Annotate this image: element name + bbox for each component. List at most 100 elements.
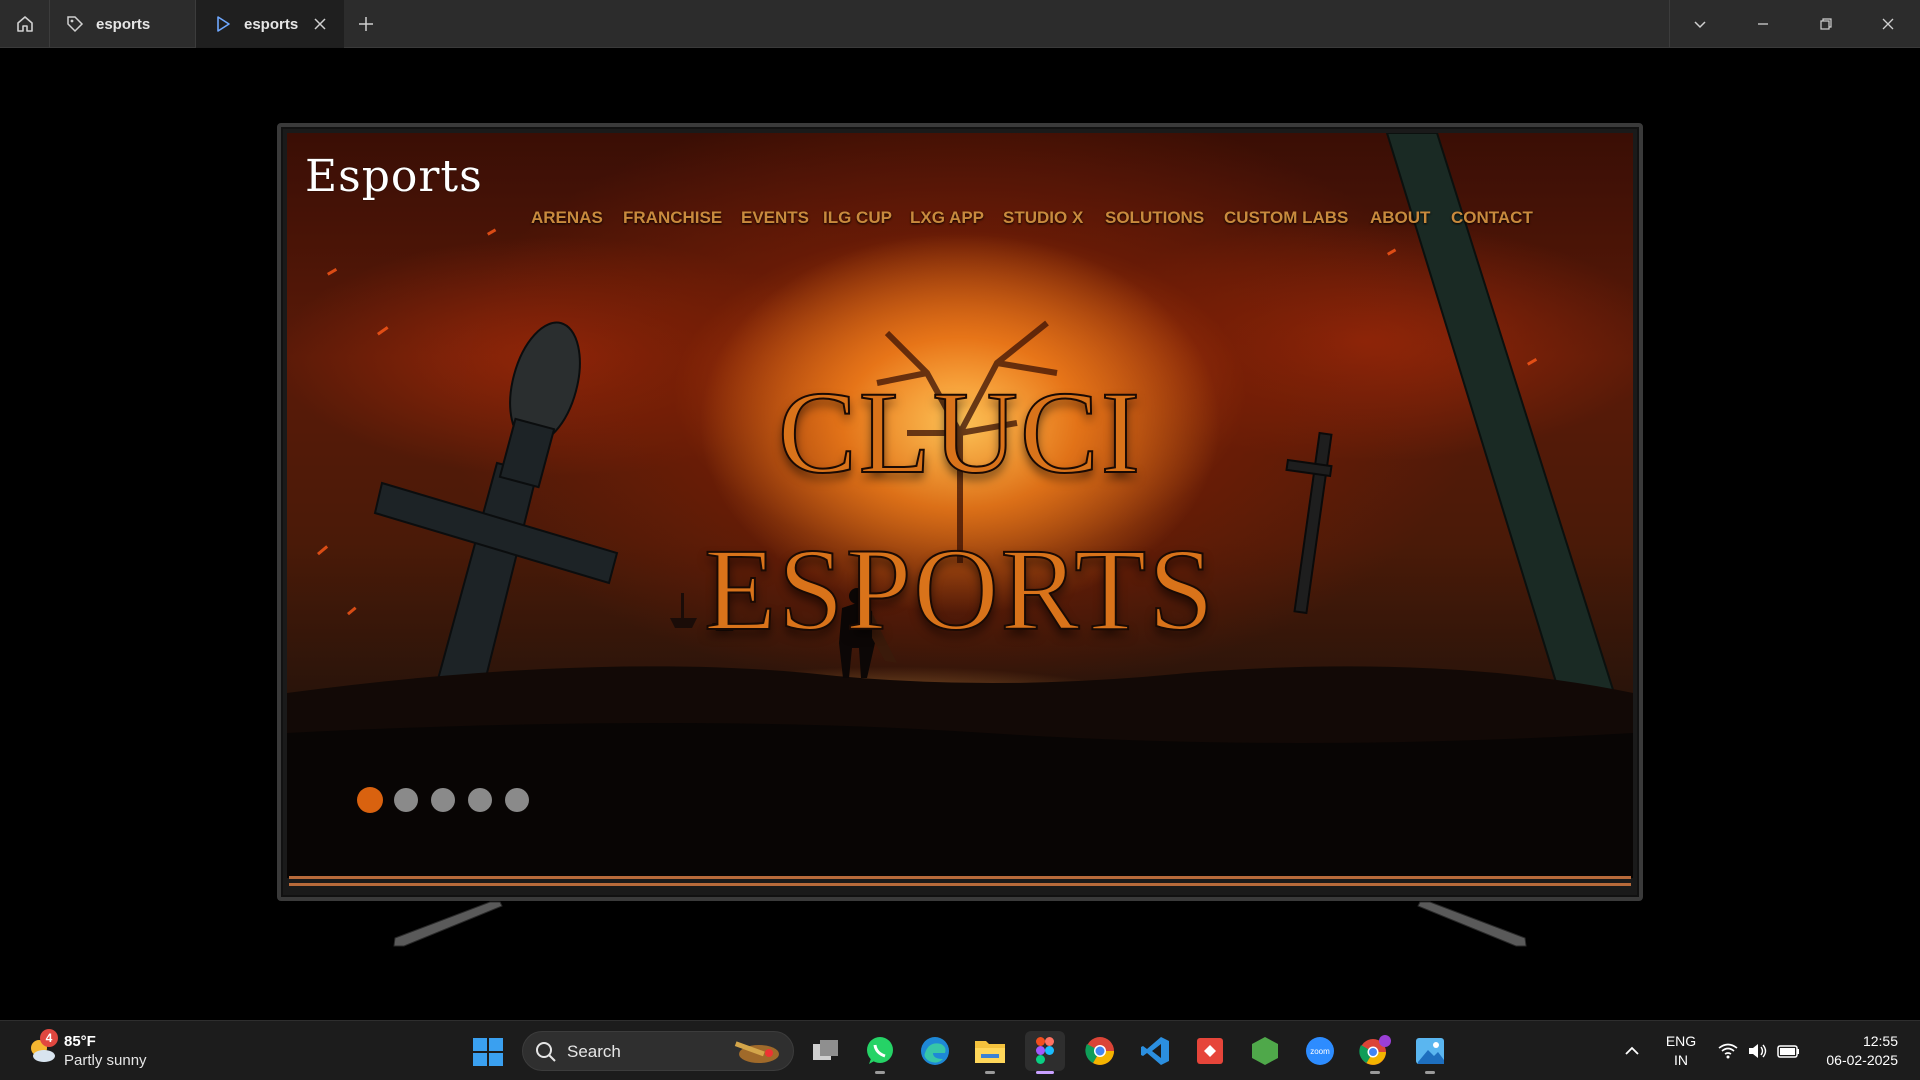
whatsapp-icon [867, 1037, 893, 1064]
clock-time: 12:55 [1862, 1033, 1898, 1049]
home-button[interactable] [0, 0, 50, 48]
wifi-icon [1718, 1043, 1738, 1059]
weather-widget[interactable]: 4 85°F Partly sunny [22, 1029, 222, 1073]
nav-solutions[interactable]: SOLUTIONS [1105, 208, 1204, 228]
running-indicator [1036, 1071, 1054, 1074]
divider [1669, 0, 1670, 48]
hero-title-line2: ESPORTS [703, 523, 1216, 656]
figma-button[interactable] [1025, 1031, 1065, 1074]
edge-button[interactable] [915, 1031, 955, 1071]
figma-icon [1036, 1037, 1054, 1064]
weather-temperature: 85°F [64, 1033, 96, 1050]
restore-button[interactable] [1811, 10, 1841, 38]
file-explorer-button[interactable] [970, 1031, 1010, 1074]
battlefield-background-image [287, 133, 1633, 878]
photos-button[interactable] [1410, 1031, 1450, 1074]
nav-contact[interactable]: CONTACT [1451, 208, 1533, 228]
carousel-dot[interactable] [357, 787, 383, 813]
chrome-button[interactable] [1080, 1031, 1120, 1071]
zoom-icon: zoom [1306, 1037, 1334, 1065]
weather-description: Partly sunny [64, 1052, 147, 1069]
tab-esports-1[interactable]: esports [50, 0, 196, 48]
search-highlight-icon [734, 1041, 779, 1063]
carousel-dot[interactable] [505, 788, 529, 812]
running-indicator [1425, 1071, 1435, 1074]
region-code: IN [1674, 1052, 1688, 1068]
nav-studio-x[interactable]: STUDIO X [1003, 208, 1083, 228]
edge-icon [921, 1037, 949, 1065]
tv-stripe [289, 876, 1631, 879]
hero-title-line1: CLUCI [777, 366, 1142, 499]
tab-label: esports [96, 15, 151, 33]
tab-list-button[interactable] [1685, 10, 1715, 38]
nav-franchise[interactable]: FRANCHISE [623, 208, 722, 228]
nodejs-icon [1252, 1037, 1278, 1065]
chevron-down-icon [1694, 21, 1706, 29]
title-bar: esports esports [0, 0, 1920, 48]
site-logo[interactable]: Esports [305, 151, 483, 202]
taskbar-search[interactable]: Search [522, 1031, 794, 1071]
close-window-button[interactable] [1873, 10, 1903, 38]
zoom-button[interactable]: zoom [1300, 1031, 1340, 1071]
chrome-profile-icon [1359, 1035, 1391, 1065]
close-tab-button[interactable] [310, 14, 330, 34]
minimize-icon [1758, 23, 1768, 25]
language-indicator[interactable]: ENG IN [1664, 1032, 1698, 1070]
chevron-up-icon [1625, 1046, 1639, 1055]
play-icon [214, 15, 232, 33]
svg-text:zoom: zoom [1310, 1047, 1330, 1056]
vscode-button[interactable] [1135, 1031, 1175, 1071]
running-indicator [985, 1071, 995, 1074]
whatsapp-button[interactable] [860, 1031, 900, 1074]
taskbar: 4 85°F Partly sunny Search zoom ENG IN 1… [0, 1020, 1920, 1080]
restore-icon [1820, 18, 1832, 30]
nav-custom-labs[interactable]: CUSTOM LABS [1224, 208, 1348, 228]
close-icon [1882, 18, 1894, 30]
tab-label: esports [244, 15, 299, 33]
chrome-profile-button[interactable] [1355, 1031, 1395, 1074]
quick-settings-button[interactable] [1706, 1031, 1812, 1071]
task-view-button[interactable] [806, 1031, 846, 1071]
git-button[interactable] [1190, 1031, 1230, 1071]
nodejs-button[interactable] [1245, 1031, 1285, 1071]
new-tab-button[interactable] [352, 12, 380, 36]
tv-stand-right [1417, 901, 1527, 947]
chrome-icon [1085, 1037, 1114, 1065]
show-hidden-icons-button[interactable] [1612, 1031, 1652, 1071]
nav-events[interactable]: EVENTS [741, 208, 809, 228]
vscode-icon [1141, 1037, 1169, 1065]
site-nav: ARENAS FRANCHISE EVENTS ILG CUP LXG APP … [287, 208, 1633, 232]
running-indicator [1370, 1071, 1380, 1074]
start-button[interactable] [472, 1037, 504, 1067]
file-explorer-icon [975, 1041, 1005, 1063]
search-label: Search [567, 1042, 621, 1061]
battery-icon [1777, 1045, 1799, 1058]
close-icon [314, 18, 326, 30]
task-view-icon [813, 1040, 838, 1060]
tab-esports-2[interactable]: esports [196, 0, 344, 48]
git-icon [1197, 1038, 1223, 1064]
home-icon [16, 16, 33, 32]
tv-stripe [289, 883, 1631, 886]
plus-icon [359, 17, 373, 31]
language-code: ENG [1665, 1033, 1697, 1049]
running-indicator [875, 1071, 885, 1074]
nav-ilg-cup[interactable]: ILG CUP [823, 208, 892, 228]
minimize-button[interactable] [1748, 10, 1778, 38]
search-icon [536, 1042, 556, 1062]
carousel-dot[interactable] [431, 788, 455, 812]
nav-about[interactable]: ABOUT [1370, 208, 1430, 228]
photos-icon [1416, 1038, 1444, 1064]
windows-icon [473, 1038, 503, 1066]
tv-stand-left [393, 901, 503, 947]
system-clock[interactable]: 12:55 06-02-2025 [1810, 1032, 1898, 1070]
carousel-dot[interactable] [468, 788, 492, 812]
weather-notification-badge: 4 [40, 1029, 58, 1047]
volume-icon [1749, 1044, 1767, 1058]
nav-lxg-app[interactable]: LXG APP [910, 208, 984, 228]
carousel-dot[interactable] [394, 788, 418, 812]
nav-arenas[interactable]: ARENAS [531, 208, 603, 228]
tag-icon [66, 15, 84, 33]
clock-date: 06-02-2025 [1826, 1052, 1898, 1068]
website-screen: Esports ARENAS FRANCHISE EVENTS ILG CUP … [287, 133, 1633, 878]
